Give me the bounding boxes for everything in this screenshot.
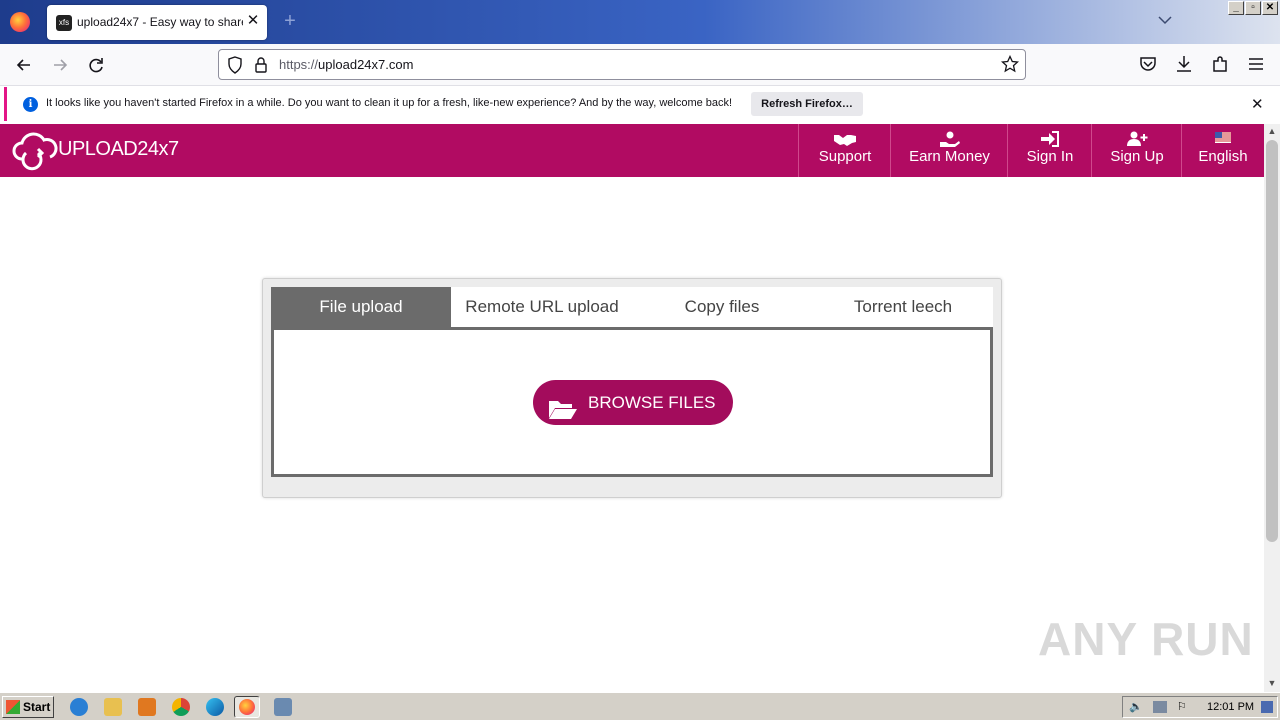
hand-coin-icon (891, 131, 1008, 147)
extensions-icon[interactable] (1209, 54, 1231, 76)
menu-sign-up-label: Sign Up (1110, 148, 1164, 165)
windows-taskbar: Start 🔈 ⚐ 12:01 PM (0, 692, 1280, 720)
us-flag-icon (1182, 131, 1264, 147)
tab-file-upload[interactable]: File upload (271, 287, 451, 327)
minimize-window-button[interactable]: _ (1228, 1, 1244, 15)
close-window-button[interactable]: ✕ (1262, 1, 1278, 15)
address-bar[interactable]: https://upload24x7.com (218, 49, 1026, 80)
new-tab-button[interactable]: + (280, 10, 300, 32)
network-icon[interactable] (1153, 701, 1167, 713)
firefox-logo-icon[interactable] (10, 12, 30, 32)
menu-sign-up[interactable]: Sign Up (1091, 124, 1182, 177)
restore-window-button[interactable]: ▫ (1245, 1, 1261, 15)
network-window-icon[interactable] (274, 698, 292, 716)
notification-message: It looks like you haven't started Firefo… (46, 97, 733, 109)
tracking-shield-icon[interactable] (227, 56, 243, 79)
menu-support-label: Support (818, 148, 872, 165)
url-text: https://upload24x7.com (279, 57, 414, 72)
app-menu-icon[interactable] (1245, 54, 1267, 76)
show-desktop-icon[interactable] (1261, 701, 1273, 713)
site-logo-text[interactable]: UPLOAD24x7 (58, 138, 179, 161)
internet-explorer-icon[interactable] (70, 698, 88, 716)
tab-title: upload24x7 - Easy way to share y (77, 15, 243, 29)
windows-flag-icon (6, 700, 20, 714)
notification-close-icon[interactable]: ✕ (1251, 95, 1264, 113)
back-arrow-icon[interactable] (13, 54, 35, 76)
upload-panel: File upload Remote URL upload Copy files… (262, 278, 1002, 498)
menu-earn-money-label: Earn Money (909, 148, 990, 165)
start-label: Start (23, 700, 51, 714)
scroll-up-arrow-icon[interactable]: ▲ (1267, 126, 1277, 136)
sign-in-icon (1008, 131, 1092, 147)
scroll-down-arrow-icon[interactable]: ▼ (1267, 678, 1277, 688)
file-drop-area[interactable]: BROWSE FILES (271, 327, 993, 477)
refresh-firefox-button[interactable]: Refresh Firefox… (751, 92, 863, 116)
navigation-toolbar: https://upload24x7.com (0, 44, 1280, 86)
menu-sign-in-label: Sign In (1026, 148, 1074, 165)
start-button[interactable]: Start (2, 696, 54, 718)
media-player-icon[interactable] (138, 698, 156, 716)
volume-icon[interactable]: 🔈 (1129, 700, 1143, 714)
info-icon: i (23, 97, 38, 112)
menu-earn-money[interactable]: Earn Money (890, 124, 1008, 177)
scroll-thumb[interactable] (1266, 140, 1278, 542)
menu-language-label: English (1198, 148, 1248, 165)
menu-language[interactable]: English (1181, 124, 1264, 177)
reload-icon[interactable] (85, 54, 107, 76)
user-plus-icon (1092, 131, 1182, 147)
browser-tab-strip: xfs upload24x7 - Easy way to share y ✕ +… (0, 0, 1280, 44)
handshake-icon (799, 131, 891, 147)
bookmark-star-icon[interactable] (1000, 54, 1020, 78)
site-favicon-icon: xfs (56, 15, 72, 31)
upload-cloud-logo-icon[interactable] (12, 129, 58, 171)
browser-tab[interactable]: xfs upload24x7 - Easy way to share y ✕ (47, 5, 267, 40)
tab-copy-files[interactable]: Copy files (632, 287, 812, 327)
page-scrollbar[interactable]: ▲ ▼ (1264, 124, 1280, 692)
chrome-icon[interactable] (172, 698, 190, 716)
menu-support[interactable]: Support (798, 124, 891, 177)
upload-tabs: File upload Remote URL upload Copy files… (271, 287, 993, 327)
browse-files-label: BROWSE FILES (588, 393, 716, 412)
tab-remote-url-upload[interactable]: Remote URL upload (452, 287, 632, 327)
tab-close-icon[interactable]: ✕ (245, 12, 261, 30)
system-tray: 🔈 ⚐ 12:01 PM (1122, 696, 1278, 718)
firefox-taskbar-button[interactable] (234, 696, 260, 718)
menu-sign-in[interactable]: Sign In (1007, 124, 1092, 177)
action-center-flag-icon[interactable]: ⚐ (1177, 700, 1187, 713)
lock-icon[interactable] (254, 56, 268, 79)
downloads-icon[interactable] (1173, 54, 1195, 76)
forward-arrow-icon[interactable] (49, 54, 71, 76)
tab-torrent-leech[interactable]: Torrent leech (813, 287, 993, 327)
pocket-icon[interactable] (1137, 54, 1159, 76)
folder-open-icon (548, 392, 578, 419)
edge-icon[interactable] (206, 698, 224, 716)
taskbar-clock[interactable]: 12:01 PM (1207, 701, 1254, 713)
file-explorer-icon[interactable] (104, 698, 122, 716)
anyrun-watermark: ANY RUN (1038, 613, 1254, 665)
firefox-refresh-notification: i It looks like you haven't started Fire… (4, 87, 1276, 121)
site-header: UPLOAD24x7 Support Earn Money Sign In Si… (0, 124, 1264, 177)
browse-files-button[interactable]: BROWSE FILES (533, 380, 733, 425)
firefox-icon (239, 699, 255, 715)
tab-list-chevron-icon[interactable] (1158, 12, 1176, 30)
